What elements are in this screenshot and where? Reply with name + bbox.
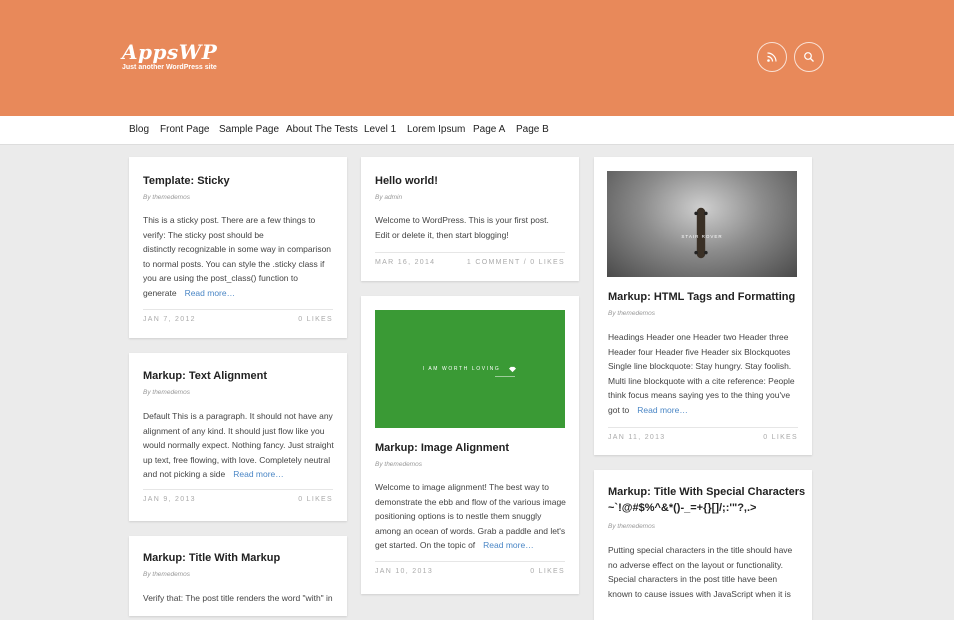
post-card-special-characters: Markup: Title With Special Characters ~`… <box>594 470 812 620</box>
read-more-link[interactable]: Read more… <box>637 405 688 415</box>
post-meta: MAR 16, 2014 1 COMMENT / 0 LIKES <box>375 252 565 273</box>
post-author: By admin <box>375 194 403 201</box>
post-card-html-tags: STAIR ROVER Markup: HTML Tags and Format… <box>594 157 812 455</box>
nav-level-1[interactable]: Level 1 <box>364 124 396 135</box>
post-card-title-markup: Markup: Title With Markup By themedemos … <box>129 536 347 616</box>
post-meta: JAN 11, 2013 0 LIKES <box>608 427 798 448</box>
skateboard-graphic <box>694 207 708 259</box>
post-author: By themedemos <box>375 461 422 468</box>
read-more-link[interactable]: Read more… <box>185 288 236 298</box>
post-card-hello-world: Hello world! By admin Welcome to WordPre… <box>361 157 579 281</box>
main-navigation: Blog Front Page Sample Page About The Te… <box>0 116 954 145</box>
post-author: By themedemos <box>608 523 655 530</box>
post-author: By themedemos <box>143 194 190 201</box>
nav-lorem-ipsum[interactable]: Lorem Ipsum <box>407 124 465 135</box>
post-title[interactable]: Markup: HTML Tags and Formatting <box>608 290 795 304</box>
post-excerpt: Putting special characters in the title … <box>608 545 793 599</box>
nav-sample-page[interactable]: Sample Page <box>219 124 279 135</box>
nav-blog[interactable]: Blog <box>129 124 149 135</box>
post-excerpt: Headings Header one Header two Header th… <box>608 332 795 415</box>
site-logo[interactable]: AppsWP <box>122 40 217 64</box>
post-likes[interactable]: 0 LIKES <box>763 434 798 441</box>
post-comments-likes[interactable]: 1 COMMENT / 0 LIKES <box>467 259 565 266</box>
post-excerpt: Welcome to image alignment! The best way… <box>375 482 566 550</box>
post-author: By themedemos <box>143 389 190 396</box>
search-icon <box>804 52 814 62</box>
post-author: By themedemos <box>608 310 655 317</box>
nav-page-b[interactable]: Page B <box>516 124 549 135</box>
post-date[interactable]: JAN 7, 2012 <box>143 316 196 323</box>
site-header: AppsWP Just another WordPress site <box>0 0 954 116</box>
post-meta: JAN 7, 2012 0 LIKES <box>143 309 333 330</box>
image-caption-text: STAIR ROVER <box>681 234 723 239</box>
rss-button[interactable] <box>757 42 787 72</box>
post-card-sticky: Template: Sticky By themedemos This is a… <box>129 157 347 338</box>
post-excerpt: Verify that: The post title renders the … <box>143 593 333 603</box>
post-author: By themedemos <box>143 571 190 578</box>
post-likes[interactable]: 0 LIKES <box>298 316 333 323</box>
post-date[interactable]: JAN 9, 2013 <box>143 496 196 503</box>
post-title[interactable]: Hello world! <box>375 174 438 188</box>
read-more-link[interactable]: Read more… <box>233 469 284 479</box>
nav-front-page[interactable]: Front Page <box>160 124 209 135</box>
image-sub-line <box>495 376 515 377</box>
post-title[interactable]: Markup: Title With Special Characters ~`… <box>608 485 805 515</box>
post-meta: JAN 9, 2013 0 LIKES <box>143 489 333 510</box>
post-date[interactable]: MAR 16, 2014 <box>375 259 435 266</box>
post-excerpt: Default This is a paragraph. It should n… <box>143 411 334 479</box>
search-button[interactable] <box>794 42 824 72</box>
diamond-icon <box>509 366 517 372</box>
post-featured-image[interactable]: STAIR ROVER <box>607 171 797 277</box>
site-tagline: Just another WordPress site <box>122 64 217 71</box>
image-caption-text: I AM WORTH LOVING <box>422 366 501 372</box>
post-date[interactable]: JAN 10, 2013 <box>375 568 433 575</box>
post-title[interactable]: Markup: Title With Markup <box>143 551 280 565</box>
nav-page-a[interactable]: Page A <box>473 124 505 135</box>
post-meta: JAN 10, 2013 0 LIKES <box>375 561 565 582</box>
post-likes[interactable]: 0 LIKES <box>298 496 333 503</box>
nav-about-the-tests[interactable]: About The Tests <box>286 124 358 135</box>
post-card-text-alignment: Markup: Text Alignment By themedemos Def… <box>129 353 347 521</box>
read-more-link[interactable]: Read more… <box>483 540 534 550</box>
post-likes[interactable]: 0 LIKES <box>530 568 565 575</box>
post-featured-image[interactable]: I AM WORTH LOVING <box>375 310 565 428</box>
post-title[interactable]: Markup: Text Alignment <box>143 369 267 383</box>
rss-icon <box>767 52 777 62</box>
post-excerpt: This is a sticky post. There are a few t… <box>143 215 332 298</box>
post-card-image-alignment: I AM WORTH LOVING Markup: Image Alignmen… <box>361 296 579 594</box>
post-title[interactable]: Template: Sticky <box>143 174 230 188</box>
post-title[interactable]: Markup: Image Alignment <box>375 441 509 455</box>
post-excerpt: Welcome to WordPress. This is your first… <box>375 215 549 240</box>
post-date[interactable]: JAN 11, 2013 <box>608 434 666 441</box>
